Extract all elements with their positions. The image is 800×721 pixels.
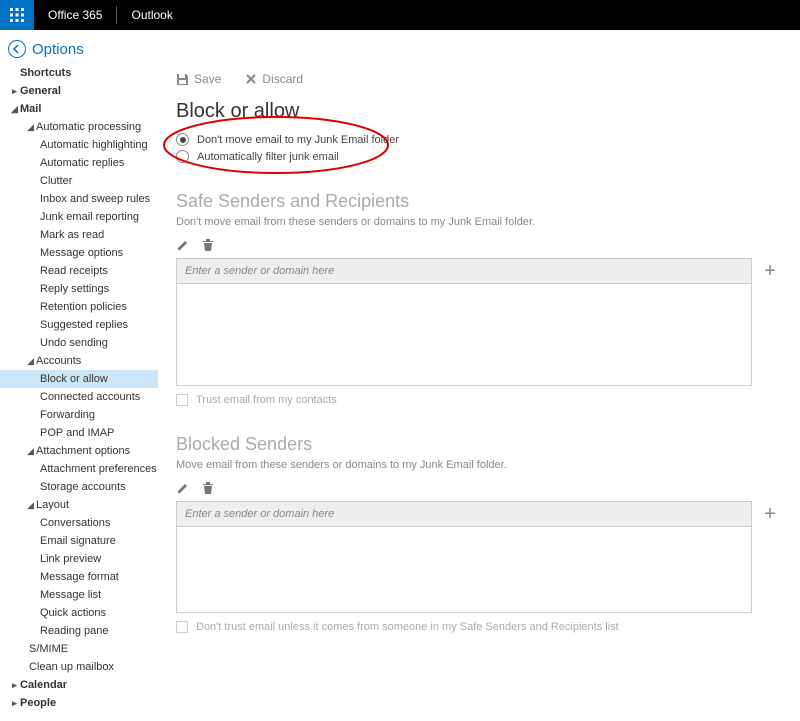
sidebar-calendar[interactable]: ▸Calendar [10, 676, 158, 694]
sidebar-people[interactable]: ▸People [10, 694, 158, 712]
sidebar-item[interactable]: Message list [10, 586, 158, 604]
app-launcher-icon[interactable] [0, 0, 34, 30]
sidebar-item[interactable]: Reply settings [10, 280, 158, 298]
sidebar-item[interactable]: Inbox and sweep rules [10, 190, 158, 208]
sidebar-item[interactable]: Reading pane [10, 622, 158, 640]
sidebar-item[interactable]: Forwarding [10, 406, 158, 424]
safe-senders-title: Safe Senders and Recipients [176, 191, 780, 212]
radio-icon[interactable] [176, 133, 189, 146]
delete-icon[interactable] [202, 481, 214, 495]
brand-label[interactable]: Office 365 [34, 0, 116, 30]
sidebar-general[interactable]: ▸General [10, 82, 158, 100]
sidebar-attach[interactable]: ◢Attachment options [10, 442, 158, 460]
page-title: Block or allow [176, 100, 780, 123]
checkbox-icon[interactable] [176, 394, 188, 406]
sidebar-smime[interactable]: S/MIME [10, 640, 158, 658]
blocked-senders-desc: Move email from these senders or domains… [176, 459, 780, 471]
sidebar-item[interactable]: Connected accounts [10, 388, 158, 406]
blocked-sender-input[interactable]: Enter a sender or domain here [176, 501, 752, 527]
sidebar-item[interactable]: Automatic replies [10, 154, 158, 172]
sidebar-autoproc[interactable]: ◢Automatic processing [10, 118, 158, 136]
safe-senders-desc: Don't move email from these senders or d… [176, 216, 780, 228]
safe-sender-input[interactable]: Enter a sender or domain here [176, 258, 752, 284]
sidebar-item[interactable]: Storage accounts [10, 478, 158, 496]
edit-icon[interactable] [176, 481, 190, 495]
options-title: Options [32, 41, 84, 58]
sidebar-shortcuts[interactable]: Shortcuts [10, 64, 158, 82]
safe-senders-list[interactable] [176, 284, 752, 386]
sidebar-item[interactable]: Conversations [10, 514, 158, 532]
sidebar-item[interactable]: Read receipts [10, 262, 158, 280]
add-safe-sender-button[interactable]: + [760, 258, 780, 284]
sidebar-accounts[interactable]: ◢Accounts [10, 352, 158, 370]
sidebar-item[interactable]: POP and IMAP [10, 424, 158, 442]
sidebar-cleanup[interactable]: Clean up mailbox [10, 658, 158, 676]
sidebar-layout[interactable]: ◢Layout [10, 496, 158, 514]
radio-auto-filter[interactable]: Automatically filter junk email [176, 150, 780, 163]
top-bar: Office 365 Outlook [0, 0, 800, 30]
sidebar-item-block-or-allow[interactable]: Block or allow [0, 370, 158, 388]
dont-trust-checkbox[interactable]: Don't trust email unless it comes from s… [176, 621, 780, 633]
main-content: Save Discard Block or allow Don't move e… [158, 62, 800, 721]
sidebar-item[interactable]: Undo sending [10, 334, 158, 352]
save-button[interactable]: Save [176, 72, 221, 86]
sidebar-item[interactable]: Message format [10, 568, 158, 586]
sidebar-item[interactable]: Clutter [10, 172, 158, 190]
sidebar-item[interactable]: Message options [10, 244, 158, 262]
checkbox-icon[interactable] [176, 621, 188, 633]
sidebar-item[interactable]: Link preview [10, 550, 158, 568]
sidebar-item[interactable]: Suggested replies [10, 316, 158, 334]
radio-icon[interactable] [176, 150, 189, 163]
sidebar-item[interactable]: Junk email reporting [10, 208, 158, 226]
blocked-senders-list[interactable] [176, 527, 752, 613]
sidebar-item[interactable]: Quick actions [10, 604, 158, 622]
sidebar-item[interactable]: Automatic highlighting [10, 136, 158, 154]
toolbar: Save Discard [176, 72, 780, 96]
sidebar-mail[interactable]: ◢Mail [10, 100, 158, 118]
trust-contacts-checkbox[interactable]: Trust email from my contacts [176, 394, 780, 406]
add-blocked-sender-button[interactable]: + [760, 501, 780, 527]
discard-icon [245, 73, 257, 85]
delete-icon[interactable] [202, 238, 214, 252]
app-label[interactable]: Outlook [117, 0, 186, 30]
back-row[interactable]: Options [0, 30, 800, 62]
sidebar-item[interactable]: Attachment preferences [10, 460, 158, 478]
sidebar-item[interactable]: Retention policies [10, 298, 158, 316]
save-icon [176, 73, 189, 86]
sidebar-item[interactable]: Email signature [10, 532, 158, 550]
sidebar-item[interactable]: Mark as read [10, 226, 158, 244]
sidebar: Shortcuts ▸General ◢Mail ◢Automatic proc… [0, 62, 158, 721]
radio-dont-move[interactable]: Don't move email to my Junk Email folder [176, 133, 780, 146]
blocked-senders-title: Blocked Senders [176, 434, 780, 455]
back-icon[interactable] [8, 40, 26, 58]
edit-icon[interactable] [176, 238, 190, 252]
discard-button[interactable]: Discard [245, 72, 303, 86]
